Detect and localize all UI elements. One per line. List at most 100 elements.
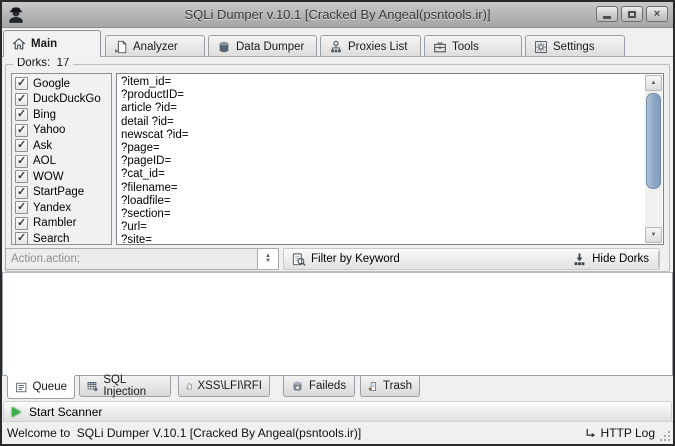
dorks-group-label: Dorks: 17 — [13, 57, 74, 69]
tab-label: Faileds — [309, 380, 347, 392]
checkbox-checked-icon[interactable]: ✓ — [15, 108, 28, 122]
checkbox-checked-icon[interactable]: ✓ — [15, 92, 28, 106]
tab-label: SQL Injection — [103, 374, 147, 398]
scroll-up-icon[interactable]: ▲ — [645, 75, 662, 91]
hide-dorks-button[interactable]: Hide Dorks — [565, 249, 656, 269]
minimize-icon — [603, 16, 611, 19]
dorks-scrollbar[interactable]: ▲ ▼ — [645, 75, 662, 243]
window-title: SQLi Dumper v.10.1 [Cracked By Angeal(ps… — [184, 7, 491, 22]
http-log-arrow-icon — [586, 428, 595, 437]
checkbox-checked-icon[interactable]: ✓ — [15, 139, 28, 153]
results-tabstrip: Queue SQL Injection XSS\LFI\RFI Faileds … — [2, 374, 673, 400]
tab-label: XSS\LFI\RFI — [197, 380, 262, 392]
database-icon — [219, 41, 229, 52]
engine-row-duckduckgo[interactable]: ✓ DuckDuckGo — [15, 92, 111, 108]
url-results-list[interactable] — [2, 272, 673, 376]
http-log-label: HTTP Log — [600, 426, 655, 440]
queue-list-icon — [16, 382, 27, 392]
filter-search-icon — [292, 252, 306, 266]
tab-label: Settings — [553, 40, 595, 53]
engine-row-yahoo[interactable]: ✓ Yahoo — [15, 123, 111, 139]
spinner-down-icon[interactable]: ▼ — [265, 258, 271, 264]
engine-row-google[interactable]: ✓ Google — [15, 76, 111, 92]
status-welcome-text: Welcome to SQLi Dumper V.10.1 [Cracked B… — [7, 426, 362, 440]
page-arrow-icon — [115, 40, 127, 53]
action-keyword-input[interactable] — [5, 248, 258, 270]
scrollbar-thumb[interactable] — [646, 93, 661, 189]
maximize-button[interactable] — [621, 6, 643, 22]
engine-row-wow[interactable]: ✓ WOW — [15, 169, 111, 185]
tab-tools[interactable]: Tools — [424, 35, 522, 57]
engine-row-rambler[interactable]: ✓ Rambler — [15, 216, 111, 232]
checkbox-checked-icon[interactable]: ✓ — [15, 154, 28, 168]
filter-by-keyword-button[interactable]: Filter by Keyword — [284, 249, 407, 269]
network-icon — [331, 40, 341, 52]
checkbox-checked-icon[interactable]: ✓ — [15, 185, 28, 199]
hide-dorks-arrow-icon — [574, 252, 585, 265]
search-engine-checklist[interactable]: ✓ Google ✓ DuckDuckGo ✓ Bing ✓ Yahoo ✓ Ask ✓ A… — [11, 73, 112, 245]
engine-label: Search — [33, 232, 70, 245]
scanner-toolbar: Start Scanner — [3, 401, 672, 423]
tab-label: Queue — [32, 381, 67, 393]
main-tabstrip: Main Analyzer Data Dumper Proxies List T… — [2, 30, 673, 57]
tab-trash[interactable]: Trash — [360, 376, 420, 397]
tab-label: Trash — [383, 380, 412, 392]
engine-row-search[interactable]: ✓ Search — [15, 231, 111, 245]
dorks-textarea[interactable]: ?item_id= ?productID= article ?id= detai… — [116, 73, 664, 245]
checkbox-checked-icon[interactable]: ✓ — [15, 123, 28, 137]
tab-proxies-list[interactable]: Proxies List — [320, 35, 421, 57]
engine-label: WOW — [33, 170, 64, 183]
checkbox-checked-icon[interactable]: ✓ — [15, 170, 28, 184]
keyword-spinner[interactable]: ▲ ▼ — [258, 248, 279, 270]
tab-data-dumper[interactable]: Data Dumper — [208, 35, 317, 57]
checkbox-checked-icon[interactable]: ✓ — [15, 216, 28, 230]
engine-row-bing[interactable]: ✓ Bing — [15, 107, 111, 123]
page-arrow-icon — [186, 383, 192, 389]
tab-label: Main — [31, 38, 58, 50]
filter-row: ▲ ▼ Filter by Keyword Hide Dorks — [2, 248, 673, 270]
app-window: SQLi Dumper v.10.1 [Cracked By Angeal(ps… — [0, 0, 675, 446]
tab-label: Tools — [452, 40, 479, 53]
checkbox-checked-icon[interactable]: ✓ — [15, 232, 28, 244]
close-icon: × — [653, 7, 661, 20]
tab-queue[interactable]: Queue — [7, 376, 75, 399]
minimize-button[interactable] — [596, 6, 618, 22]
database-question-icon — [293, 381, 302, 391]
maximize-icon — [628, 10, 636, 18]
engine-row-startpage[interactable]: ✓ StartPage — [15, 185, 111, 201]
tab-faileds[interactable]: Faileds — [283, 376, 355, 397]
checkbox-checked-icon[interactable]: ✓ — [15, 77, 28, 91]
dorks-groupbox: Dorks: 17 ✓ Google ✓ DuckDuckGo ✓ Bing ✓ Yah… — [5, 57, 670, 272]
trash-page-icon — [368, 381, 376, 391]
tab-label: Analyzer — [133, 40, 178, 53]
engine-label: Google — [33, 77, 71, 90]
start-scanner-button[interactable]: Start Scanner — [29, 405, 102, 419]
table-grid-icon — [87, 381, 98, 391]
tab-sql-injection[interactable]: SQL Injection — [79, 374, 171, 398]
engine-label: StartPage — [33, 186, 85, 199]
tab-xss-lfi-rfi[interactable]: XSS\LFI\RFI — [178, 376, 270, 397]
checkbox-checked-icon[interactable]: ✓ — [15, 201, 28, 215]
tab-analyzer[interactable]: Analyzer — [105, 35, 205, 57]
engine-label: Bing — [33, 108, 57, 121]
filter-button-label: Filter by Keyword — [311, 253, 400, 265]
engine-label: Ask — [33, 139, 53, 152]
engine-row-yandex[interactable]: ✓ Yandex — [15, 200, 111, 216]
close-button[interactable]: × — [646, 6, 668, 22]
engine-row-aol[interactable]: ✓ AOL — [15, 154, 111, 170]
http-log-button[interactable]: HTTP Log — [584, 426, 673, 440]
filter-toolbar: Filter by Keyword Hide Dorks — [283, 248, 660, 270]
tab-settings[interactable]: Settings — [525, 35, 625, 57]
scroll-down-icon[interactable]: ▼ — [645, 227, 662, 243]
toolbar-separator — [658, 251, 659, 267]
hide-dorks-label: Hide Dorks — [592, 253, 649, 265]
tab-main[interactable]: Main — [3, 30, 101, 57]
toolbox-icon — [434, 42, 446, 52]
engine-row-ask[interactable]: ✓ Ask — [15, 138, 111, 154]
titlebar[interactable]: SQLi Dumper v.10.1 [Cracked By Angeal(ps… — [2, 2, 673, 28]
resize-grip[interactable] — [668, 439, 670, 441]
statusbar: Welcome to SQLi Dumper V.10.1 [Cracked B… — [2, 421, 673, 444]
engine-label: AOL — [33, 155, 57, 168]
engine-label: Yandex — [33, 201, 72, 214]
engine-label: Rambler — [33, 217, 77, 230]
